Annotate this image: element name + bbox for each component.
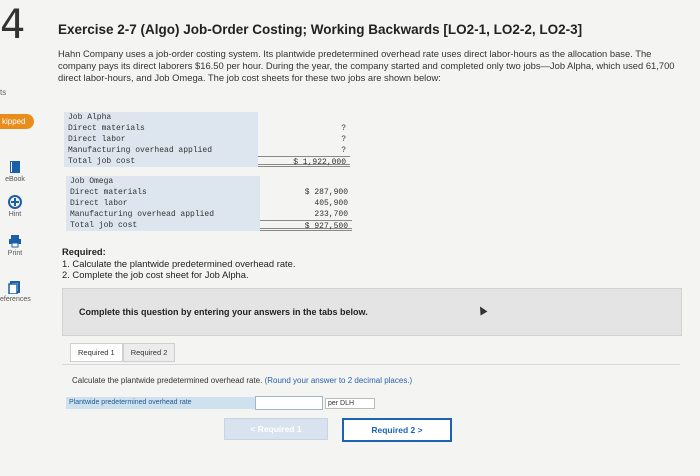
job-alpha-header: Job Alpha <box>64 112 258 123</box>
sidebar-item-ebook[interactable]: eBook <box>0 160 30 183</box>
sidebar-item-print[interactable]: Print <box>0 234 30 257</box>
panel-text: Complete this question by entering your … <box>79 307 368 317</box>
sidebar-item-references[interactable]: eferences <box>0 280 31 303</box>
job-omega-row-label: Total job cost <box>66 220 260 231</box>
next-required-button[interactable]: Required 2 > <box>342 418 452 442</box>
sidebar-item-label: eBook <box>5 176 25 183</box>
job-alpha-row-label: Manufacturing overhead applied <box>64 145 258 156</box>
tab-instruction: Calculate the plantwide predetermined ov… <box>72 376 412 385</box>
job-omega-row-label: Manufacturing overhead applied <box>66 209 260 220</box>
job-omega-total-value: $ 927,500 <box>260 220 352 231</box>
prev-required-button[interactable]: < Required 1 <box>224 418 328 440</box>
job-alpha-row-label: Total job cost <box>64 156 258 167</box>
instruction-text: Calculate the plantwide predetermined ov… <box>72 376 263 385</box>
question-number: 4 <box>0 2 26 48</box>
answer-tabs: Required 1 Required 2 <box>70 343 176 362</box>
job-omega-header: Job Omega <box>66 176 260 187</box>
job-omega-row-label: Direct labor <box>66 198 260 209</box>
references-icon <box>8 281 20 294</box>
skipped-badge[interactable]: kipped <box>0 114 34 129</box>
instruction-panel: Complete this question by entering your … <box>62 288 682 336</box>
answer-row: Plantwide predetermined overhead rate pe… <box>66 396 376 410</box>
sidebar-item-label: Print <box>7 250 23 257</box>
sidebar-item-hint[interactable]: Hint <box>0 195 30 218</box>
required-heading: Required: <box>62 246 106 257</box>
hint-icon <box>8 195 22 209</box>
print-icon <box>9 235 21 248</box>
job-omega-cost-sheet: Job Omega Direct materials $ 287,900 Dire… <box>66 176 352 231</box>
job-alpha-total-value: $ 1,922,000 <box>258 156 350 167</box>
job-alpha-row-label: Direct labor <box>64 134 258 145</box>
job-alpha-row-value: ? <box>341 146 346 155</box>
problem-intro: Hahn Company uses a job-order costing sy… <box>58 48 675 83</box>
page-title: Exercise 2-7 (Algo) Job-Order Costing; W… <box>58 22 583 37</box>
job-alpha-row-label: Direct materials <box>64 123 258 134</box>
required-item: 2. Complete the job cost sheet for Job A… <box>62 269 249 280</box>
job-alpha-row-value: ? <box>341 124 346 133</box>
instruction-hint: (Round your answer to 2 decimal places.) <box>264 376 413 385</box>
job-omega-row-value: $ 287,900 <box>304 188 348 197</box>
required-item: 1. Calculate the plantwide predetermined… <box>62 257 296 269</box>
tab-required-2[interactable]: Required 2 <box>122 343 176 362</box>
sidebar-item-label: eferences <box>0 296 31 303</box>
required-section: Required: 1. Calculate the plantwide pre… <box>62 246 295 281</box>
job-omega-row-value: 405,900 <box>314 199 348 208</box>
sidebar-item-label: Hint <box>8 211 22 218</box>
job-alpha-cost-sheet: Job Alpha Direct materials? Direct labor… <box>64 112 350 167</box>
job-alpha-row-value: ? <box>341 135 346 144</box>
job-omega-row-label: Direct materials <box>66 187 260 198</box>
answer-unit: per DLH <box>325 397 376 409</box>
overhead-rate-input[interactable] <box>255 396 323 410</box>
job-omega-row-value: 233,700 <box>314 210 348 219</box>
tab-required-1[interactable]: Required 1 <box>70 343 123 362</box>
answer-label: Plantwide predetermined overhead rate <box>66 397 255 409</box>
book-icon <box>10 161 20 173</box>
sidebar-fragment: ts <box>0 88 7 97</box>
